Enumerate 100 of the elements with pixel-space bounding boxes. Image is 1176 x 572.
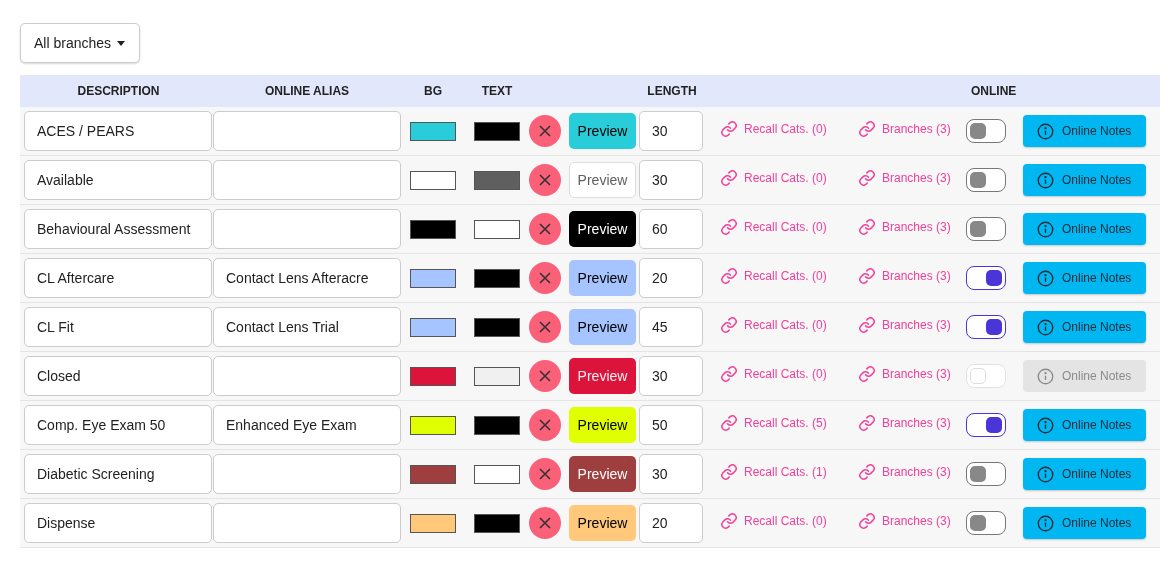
- recall-categories-link[interactable]: Recall Cats. (1): [720, 463, 827, 481]
- close-icon: [538, 124, 552, 138]
- online-toggle[interactable]: [966, 168, 1006, 192]
- branches-link[interactable]: Branches (3): [858, 169, 951, 187]
- description-field[interactable]: ACES / PEARS: [24, 111, 212, 151]
- online-notes-button[interactable]: Online Notes: [1023, 115, 1146, 147]
- close-icon: [538, 320, 552, 334]
- online-toggle[interactable]: [966, 315, 1006, 339]
- text-color-swatch[interactable]: [474, 170, 520, 190]
- length-field[interactable]: 50: [639, 405, 703, 445]
- preview-button[interactable]: Preview: [569, 407, 636, 443]
- branches-link[interactable]: Branches (3): [858, 120, 951, 138]
- alias-field[interactable]: Enhanced Eye Exam: [213, 405, 401, 445]
- link-icon: [720, 218, 738, 236]
- branches-link[interactable]: Branches (3): [858, 463, 951, 481]
- alias-field[interactable]: [213, 503, 401, 543]
- branch-dropdown[interactable]: All branches: [20, 23, 141, 63]
- alias-field[interactable]: [213, 160, 401, 200]
- description-field[interactable]: Comp. Eye Exam 50: [24, 405, 212, 445]
- delete-button[interactable]: [529, 213, 561, 245]
- background-swatch[interactable]: [410, 121, 456, 141]
- alias-field[interactable]: [213, 454, 401, 494]
- recall-categories-link[interactable]: Recall Cats. (0): [720, 120, 827, 138]
- recall-categories-link[interactable]: Recall Cats. (0): [720, 169, 827, 187]
- branches-link[interactable]: Branches (3): [858, 316, 951, 334]
- recall-categories-link[interactable]: Recall Cats. (0): [720, 512, 827, 530]
- length-field[interactable]: 60: [639, 209, 703, 249]
- online-toggle[interactable]: [966, 119, 1006, 143]
- text-color-swatch[interactable]: [474, 317, 520, 337]
- recall-categories-link[interactable]: Recall Cats. (5): [720, 414, 827, 432]
- delete-button[interactable]: [529, 164, 561, 196]
- online-notes-button[interactable]: Online Notes: [1023, 409, 1146, 441]
- length-field[interactable]: 20: [639, 258, 703, 298]
- preview-button[interactable]: Preview: [569, 162, 636, 198]
- text-color-swatch[interactable]: [474, 513, 520, 533]
- text-color-swatch[interactable]: [474, 268, 520, 288]
- branches-link[interactable]: Branches (3): [858, 512, 951, 530]
- background-swatch[interactable]: [410, 170, 456, 190]
- alias-field[interactable]: [213, 111, 401, 151]
- online-toggle[interactable]: [966, 413, 1006, 437]
- alias-field[interactable]: Contact Lens Afteracre: [213, 258, 401, 298]
- background-swatch[interactable]: [410, 317, 456, 337]
- recall-categories-link[interactable]: Recall Cats. (0): [720, 316, 827, 334]
- online-toggle[interactable]: [966, 217, 1006, 241]
- close-icon: [538, 369, 552, 383]
- delete-button[interactable]: [529, 458, 561, 490]
- online-notes-button[interactable]: Online Notes: [1023, 458, 1146, 490]
- online-notes-button[interactable]: Online Notes: [1023, 213, 1146, 245]
- preview-button[interactable]: Preview: [569, 456, 636, 492]
- branches-link[interactable]: Branches (3): [858, 414, 951, 432]
- online-notes-button[interactable]: Online Notes: [1023, 507, 1146, 539]
- description-field[interactable]: CL Fit: [24, 307, 212, 347]
- preview-button[interactable]: Preview: [569, 309, 636, 345]
- recall-categories-link[interactable]: Recall Cats. (0): [720, 267, 827, 285]
- length-field[interactable]: 30: [639, 160, 703, 200]
- length-field[interactable]: 30: [639, 454, 703, 494]
- description-field[interactable]: CL Aftercare: [24, 258, 212, 298]
- preview-button[interactable]: Preview: [569, 113, 636, 149]
- delete-button[interactable]: [529, 507, 561, 539]
- info-icon: [1037, 318, 1054, 336]
- delete-button[interactable]: [529, 360, 561, 392]
- link-icon: [858, 316, 876, 334]
- background-swatch[interactable]: [410, 268, 456, 288]
- online-notes-button[interactable]: Online Notes: [1023, 311, 1146, 343]
- preview-button[interactable]: Preview: [569, 505, 636, 541]
- recall-categories-link[interactable]: Recall Cats. (0): [720, 218, 827, 236]
- background-swatch[interactable]: [410, 513, 456, 533]
- link-icon: [720, 512, 738, 530]
- length-field[interactable]: 30: [639, 111, 703, 151]
- description-field[interactable]: Dispense: [24, 503, 212, 543]
- online-toggle[interactable]: [966, 511, 1006, 535]
- alias-field[interactable]: [213, 356, 401, 396]
- online-notes-button[interactable]: Online Notes: [1023, 262, 1146, 294]
- alias-field[interactable]: Contact Lens Trial: [213, 307, 401, 347]
- text-color-swatch[interactable]: [474, 464, 520, 484]
- delete-button[interactable]: [529, 115, 561, 147]
- preview-button[interactable]: Preview: [569, 211, 636, 247]
- length-field[interactable]: 20: [639, 503, 703, 543]
- column-header: ONLINE ALIAS: [263, 84, 351, 98]
- online-toggle[interactable]: [966, 266, 1006, 290]
- background-swatch[interactable]: [410, 464, 456, 484]
- alias-field[interactable]: [213, 209, 401, 249]
- description-field[interactable]: Diabetic Screening: [24, 454, 212, 494]
- description-field[interactable]: Behavioural Assessment: [24, 209, 212, 249]
- delete-button[interactable]: [529, 311, 561, 343]
- online-notes-button[interactable]: Online Notes: [1023, 164, 1146, 196]
- delete-button[interactable]: [529, 409, 561, 441]
- length-field[interactable]: 45: [639, 307, 703, 347]
- branches-link[interactable]: Branches (3): [858, 267, 951, 285]
- info-icon: [1037, 122, 1054, 140]
- preview-button[interactable]: Preview: [569, 260, 636, 296]
- delete-button[interactable]: [529, 262, 561, 294]
- background-swatch[interactable]: [410, 219, 456, 239]
- background-swatch[interactable]: [410, 415, 456, 435]
- text-color-swatch[interactable]: [474, 121, 520, 141]
- description-field[interactable]: Available: [24, 160, 212, 200]
- online-toggle[interactable]: [966, 462, 1006, 486]
- text-color-swatch[interactable]: [474, 219, 520, 239]
- branches-link[interactable]: Branches (3): [858, 218, 951, 236]
- text-color-swatch[interactable]: [474, 415, 520, 435]
